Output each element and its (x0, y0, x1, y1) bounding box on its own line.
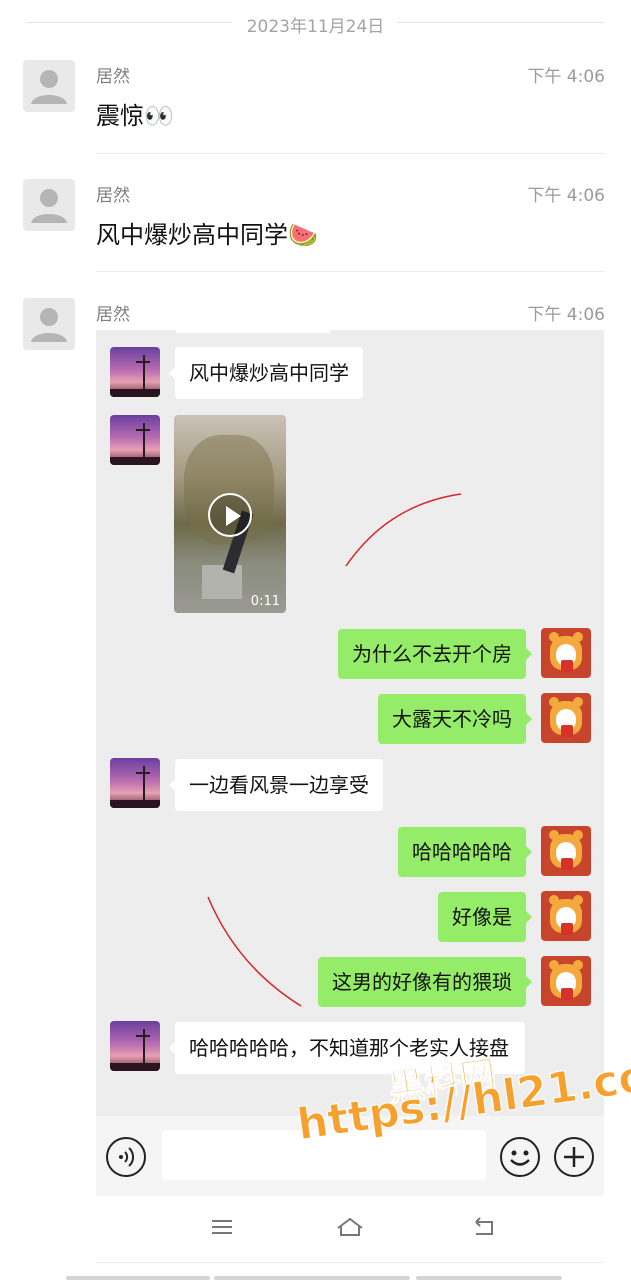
separator (96, 271, 605, 272)
home-icon[interactable] (330, 1212, 370, 1242)
divider-line (96, 1262, 604, 1263)
emoji-icon (500, 1137, 540, 1177)
sender-name: 居然 (96, 67, 130, 87)
back-icon[interactable] (464, 1212, 504, 1242)
date-label: 2023年11月24日 (246, 17, 385, 37)
date-divider: 2023年11月24日 (0, 10, 631, 37)
user-placeholder-icon (31, 189, 67, 223)
chat-screenshot-image[interactable]: 风中爆炒高中同学 0:11 为什么不去开个房 大露天不冷吗 一边看风景一边享受 … (96, 330, 604, 1196)
sender-name: 居然 (96, 186, 130, 206)
avatar[interactable] (23, 179, 75, 231)
avatar[interactable] (23, 298, 75, 350)
system-nav-bar (96, 1196, 604, 1258)
red-annotation-strokes (207, 493, 462, 1007)
message-time: 下午 4:06 (527, 67, 605, 87)
message-time: 下午 4:06 (527, 186, 605, 206)
voice-icon (106, 1137, 146, 1177)
sender-name: 居然 (96, 305, 130, 325)
avatar[interactable] (23, 60, 75, 112)
user-placeholder-icon (31, 308, 67, 342)
user-placeholder-icon (31, 70, 67, 104)
menu-icon[interactable] (202, 1212, 242, 1242)
plus-icon (554, 1137, 594, 1177)
chat-record-page: 2023年11月24日 居然 下午 4:06 震惊👀 居然 下午 4:06 风中… (0, 0, 631, 1280)
message-text: 风中爆炒高中同学🍉 (96, 221, 318, 249)
message-text: 震惊👀 (96, 102, 174, 130)
separator (96, 153, 605, 154)
message-time: 下午 4:06 (527, 305, 605, 325)
